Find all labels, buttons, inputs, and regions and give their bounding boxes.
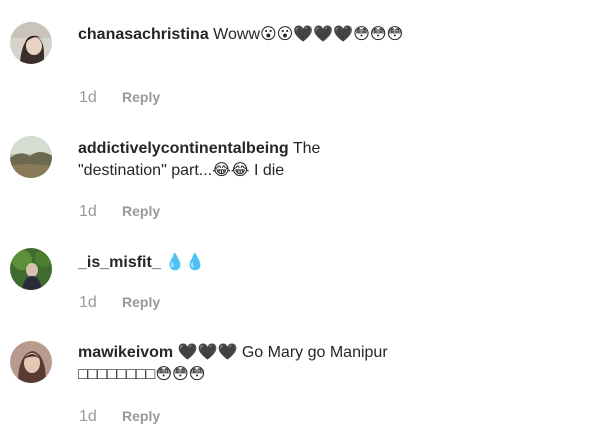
comment-text-block: chanasachristina Woww😮😮🖤🖤🖤😳😳😳 [78, 24, 408, 46]
reply-button[interactable]: Reply [122, 294, 160, 310]
comment-text-block: addictivelycontinentalbeing The "destina… [78, 138, 408, 182]
avatar[interactable] [10, 136, 52, 178]
reply-button[interactable]: Reply [122, 89, 160, 105]
comment-username[interactable]: addictivelycontinentalbeing [78, 140, 289, 157]
avatar[interactable] [10, 341, 52, 383]
comment-username[interactable]: _is_misfit_ [78, 254, 161, 271]
reply-button[interactable]: Reply [122, 408, 160, 424]
comment-time: 1d [79, 203, 97, 220]
avatar[interactable] [10, 248, 52, 290]
avatar-image [10, 341, 52, 383]
comment-username[interactable]: mawikeivom [78, 344, 173, 361]
comment-time: 1d [79, 294, 97, 311]
comment-text: Woww😮😮🖤🖤🖤😳😳😳 [208, 26, 404, 43]
avatar[interactable] [10, 22, 52, 64]
comment-text-block: mawikeivom 🖤🖤🖤 Go Mary go Manipur □□□□□□… [78, 342, 408, 386]
reply-button[interactable]: Reply [122, 203, 160, 219]
comment-meta: 1d Reply [79, 408, 160, 426]
comment-text: 💧💧 [160, 254, 206, 271]
comment-time: 1d [79, 408, 97, 425]
comment-meta: 1d Reply [79, 89, 160, 107]
avatar-image [10, 248, 52, 290]
comment-meta: 1d Reply [79, 294, 160, 312]
avatar-image [10, 136, 52, 178]
comment-time: 1d [79, 89, 97, 106]
comment-text-block: _is_misfit_ 💧💧 [78, 252, 408, 274]
comment-meta: 1d Reply [79, 203, 160, 221]
comment-username[interactable]: chanasachristina [78, 26, 209, 43]
avatar-image [10, 22, 52, 64]
